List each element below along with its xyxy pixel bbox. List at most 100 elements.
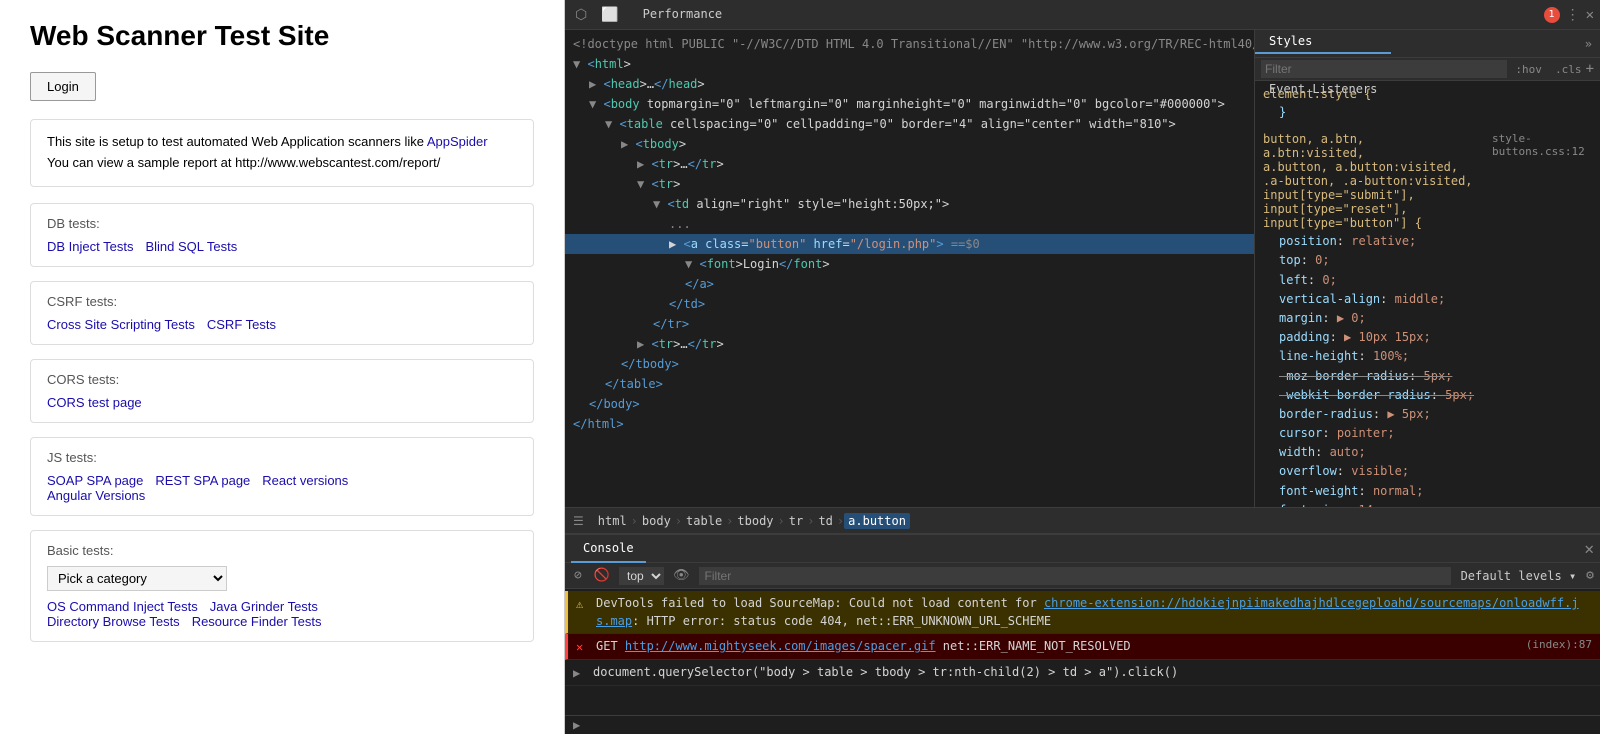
login-button[interactable]: Login [30,72,96,101]
html-line[interactable]: </tr> [565,314,1254,334]
message-text: DevTools failed to load SourceMap: Could… [596,594,1592,630]
test-link[interactable]: SOAP SPA page [47,473,143,488]
styles-add-icon[interactable]: + [1586,61,1594,77]
test-link[interactable]: Cross Site Scripting Tests [47,317,195,332]
device-icon[interactable]: ⬜ [597,5,622,25]
breadcrumb-item[interactable]: tbody [733,513,777,529]
html-line[interactable]: </a> [565,274,1254,294]
test-section-links: Cross Site Scripting Tests CSRF Tests [47,317,517,332]
test-link[interactable]: REST SPA page [155,473,250,488]
console-filter-input[interactable] [699,567,1451,585]
devtools-tab-performance[interactable]: Performance [631,0,734,30]
message-icon: ✕ [576,638,590,656]
message-link[interactable]: chrome-extension://hdokiejnpiimakedhajhd… [596,596,1579,628]
styles-tab-styles[interactable]: Styles [1255,30,1391,54]
html-line[interactable]: ... [565,214,1254,234]
test-section-links: CORS test page [47,395,517,410]
html-line[interactable]: ▼ <tr> [565,174,1254,194]
test-link[interactable]: React versions [262,473,348,488]
breadcrumb-separator: › [675,514,682,528]
breadcrumb-item[interactable]: body [638,513,675,529]
test-link[interactable]: Blind SQL Tests [145,239,237,254]
style-property: font-weight: normal; [1263,482,1592,501]
breadcrumb-item[interactable]: html [594,513,631,529]
html-line[interactable]: ▶ <tr>…</tr> [565,154,1254,174]
test-link[interactable]: Directory Browse Tests [47,614,180,629]
console-message: ▶ document.querySelector("body > table > … [565,660,1600,686]
button-selector: button, a.btn,a.btn:visited,a.button, a.… [1263,132,1492,230]
breadcrumb-item[interactable]: tr [785,513,807,529]
html-line[interactable]: ▼ <html> [565,54,1254,74]
style-property: position: relative; [1263,232,1592,251]
more-icon[interactable]: ⋮ [1566,7,1580,23]
html-line[interactable]: </html> [565,414,1254,434]
test-link[interactable]: CORS test page [47,395,142,410]
console-levels-select[interactable]: Default levels ▾ [1457,568,1581,584]
close-icon[interactable]: ✕ [1586,7,1594,23]
html-line[interactable]: </td> [565,294,1254,314]
message-link[interactable]: http://www.mightyseek.com/images/spacer.… [625,639,936,653]
element-style-close: } [1263,103,1592,122]
style-property: top: 0; [1263,251,1592,270]
test-section-title: Basic tests: [47,543,517,558]
style-property: cursor: pointer; [1263,424,1592,443]
styles-tabs-list: StylesComputedEvent Listeners [1255,30,1391,57]
breadcrumb-item[interactable]: td [814,513,836,529]
message-text: document.querySelector("body > table > t… [593,663,1178,681]
html-line[interactable]: ▶ <a class="button" href="/login.php"> =… [565,234,1254,254]
html-line[interactable]: ▼ <font>Login</font> [565,254,1254,274]
styles-filter-input[interactable] [1261,60,1507,78]
console-input[interactable] [586,718,1592,732]
console-filter-icon[interactable]: 🚫 [591,567,613,584]
html-line[interactable]: ▼ <td align="right" style="height:50px;"… [565,194,1254,214]
styles-filter-row: :hov .cls + [1255,58,1600,81]
message-icon: ⚠ [576,595,590,613]
message-icon: ▶ [573,664,587,682]
html-line[interactable]: </tbody> [565,354,1254,374]
html-line[interactable]: <!doctype html PUBLIC "-//W3C//DTD HTML … [565,34,1254,54]
test-link[interactable]: Angular Versions [47,488,145,503]
style-property: -webkit-border-radius: 5px; [1263,386,1592,405]
console-tab-bar: Console ✕ [565,535,1600,563]
style-property: overflow: visible; [1263,462,1592,481]
html-line[interactable]: </table> [565,374,1254,394]
style-property: line-height: 100%; [1263,347,1592,366]
webpage-panel: Web Scanner Test Site Login This site is… [0,0,565,734]
button-style-block: button, a.btn,a.btn:visited,a.button, a.… [1263,132,1592,507]
test-section-links: SOAP SPA page REST SPA page React versions… [47,473,517,503]
test-link[interactable]: Java Grinder Tests [210,599,318,614]
styles-filter-hint: :hov .cls [1515,63,1581,76]
intro-line2: You can view a sample report at http://w… [47,155,440,170]
html-line[interactable]: </body> [565,394,1254,414]
html-line[interactable]: ▼ <body topmargin="0" leftmargin="0" mar… [565,94,1254,114]
page-title: Web Scanner Test Site [30,20,534,52]
element-style-block: element.style { } [1263,87,1592,122]
html-line[interactable]: ▶ <head>…</head> [565,74,1254,94]
test-link[interactable]: CSRF Tests [207,317,276,332]
inspect-icon[interactable]: ⬡ [571,5,591,25]
console-eye-icon[interactable]: 👁 [670,567,693,584]
test-section-title: CSRF tests: [47,294,517,309]
breadcrumb-item[interactable]: table [682,513,726,529]
breadcrumb-separator: › [631,514,638,528]
console-context-select[interactable]: top [619,567,664,585]
breadcrumb-item[interactable]: a.button [844,513,910,529]
html-line[interactable]: ▶ <tbody> [565,134,1254,154]
breadcrumb-menu-icon[interactable]: ☰ [573,514,584,528]
console-tab[interactable]: Console [571,535,646,563]
breadcrumbs: html›body›table›tbody›tr›td›a.button [594,514,910,528]
test-link[interactable]: DB Inject Tests [47,239,133,254]
html-line[interactable]: ▶ <tr>…</tr> [565,334,1254,354]
appspider-link[interactable]: AppSpider [427,134,488,149]
html-line[interactable]: ▼ <table cellspacing="0" cellpadding="0"… [565,114,1254,134]
category-select[interactable]: Pick a category [47,566,227,591]
button-style-source[interactable]: style-buttons.css:12 [1492,132,1592,232]
styles-panel: StylesComputedEvent Listeners » :hov .cl… [1255,30,1600,507]
test-link[interactable]: OS Command Inject Tests [47,599,198,614]
console-gear-icon[interactable]: ⚙ [1586,568,1594,583]
console-clear-icon[interactable]: ⊘ [571,567,585,584]
styles-more-icon[interactable]: » [1577,30,1600,57]
test-link[interactable]: Resource Finder Tests [192,614,322,629]
console-close-icon[interactable]: ✕ [1584,539,1594,558]
test-section-title: DB tests: [47,216,517,231]
